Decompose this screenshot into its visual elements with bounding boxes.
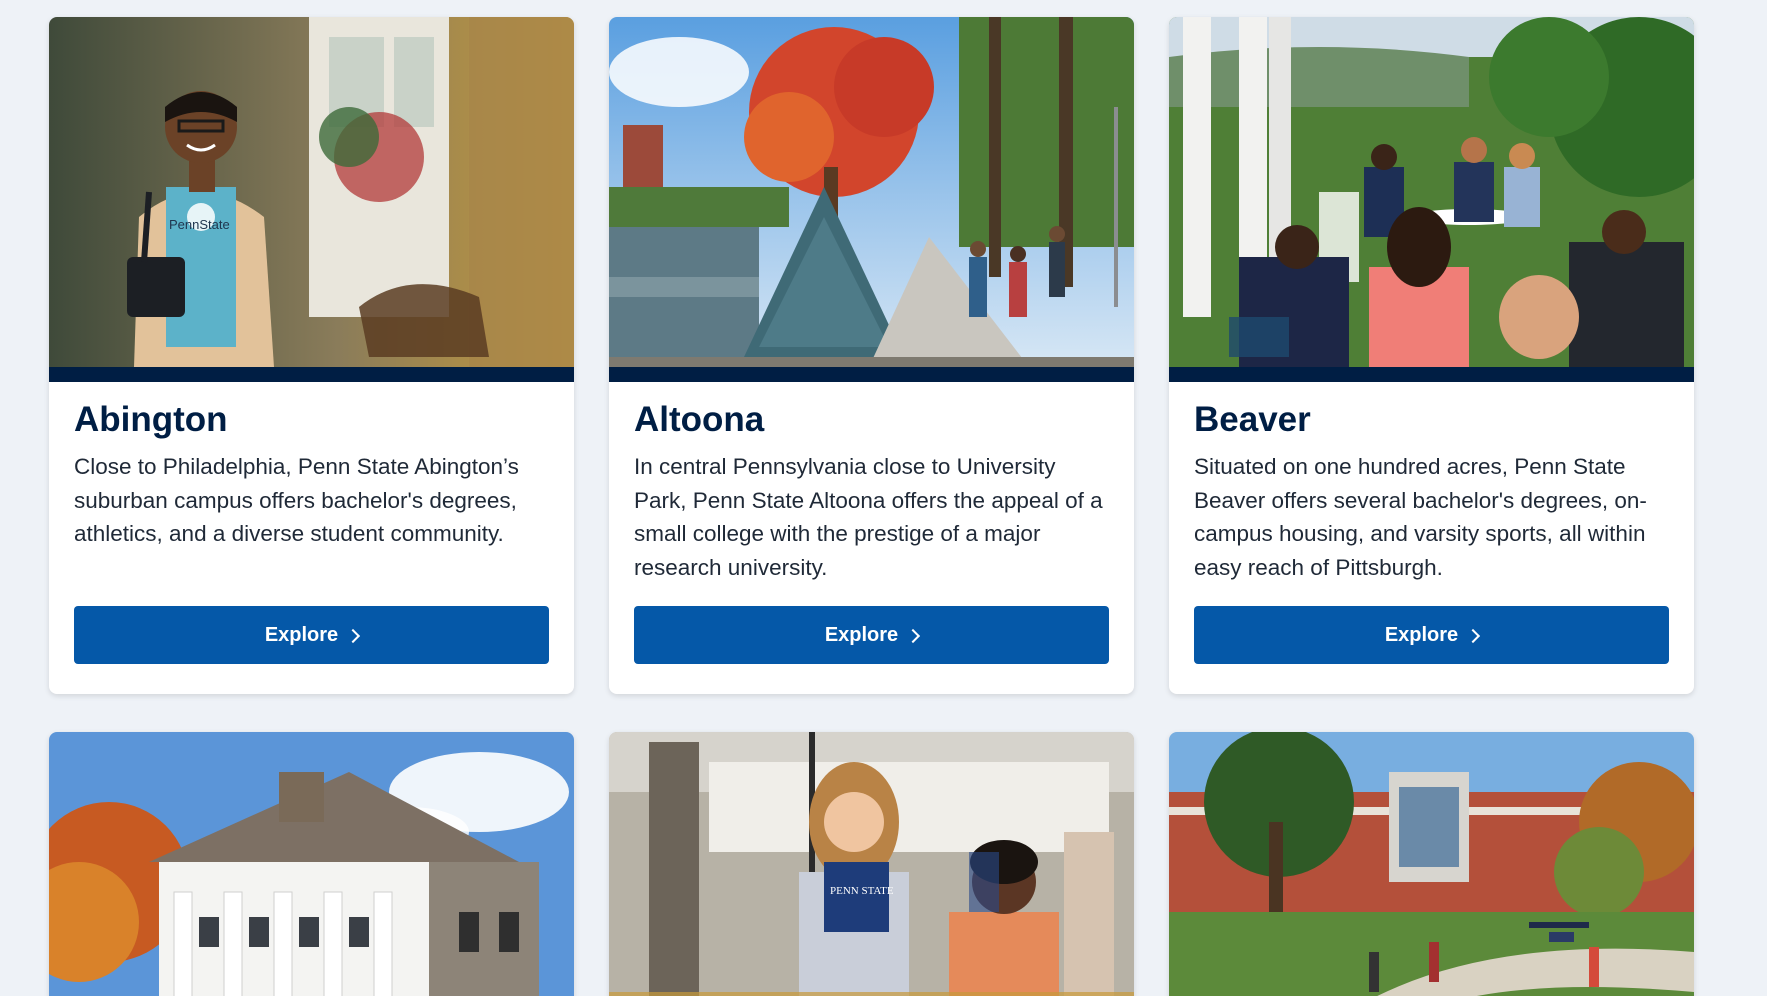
shirt-logo-text: PennState [169, 217, 230, 232]
campus-card-row2-3 [1169, 732, 1694, 996]
campus-card-altoona: Altoona In central Pennsylvania close to… [609, 17, 1134, 694]
explore-label: Explore [1384, 623, 1459, 646]
campus-title: Altoona [634, 400, 765, 439]
explore-button-abington[interactable]: Explore [74, 606, 549, 664]
campus-card-abington: PennState Abington Close to Philadelphia… [49, 17, 574, 694]
chevron-right-icon [1466, 628, 1481, 643]
card-accent-band [1169, 367, 1694, 382]
campus-photo-quad [1169, 732, 1694, 996]
card-body: Altoona In central Pennsylvania close to… [609, 382, 1134, 694]
campus-photo-lodge [49, 732, 574, 996]
explore-button-altoona[interactable]: Explore [634, 606, 1109, 664]
card-accent-band [609, 367, 1134, 382]
campus-description: In central Pennsylvania close to Univers… [634, 454, 1103, 580]
explore-label: Explore [264, 623, 339, 646]
campus-card-row2-2: PENN STATE [609, 732, 1134, 996]
card-body: Beaver Situated on one hundred acres, Pe… [1169, 382, 1694, 694]
card-body: Abington Close to Philadelphia, Penn Sta… [49, 382, 574, 694]
campus-photo-students: PENN STATE [609, 732, 1134, 996]
card-accent-band [49, 367, 574, 382]
campus-description: Close to Philadelphia, Penn State Abingt… [74, 454, 519, 546]
campus-photo-abington: PennState [49, 17, 574, 367]
campus-photo-beaver [1169, 17, 1694, 367]
book-cover-text: PENN STATE [830, 885, 894, 897]
campus-description: Situated on one hundred acres, Penn Stat… [1194, 454, 1647, 580]
chevron-right-icon [906, 628, 921, 643]
explore-button-beaver[interactable]: Explore [1194, 606, 1669, 664]
campus-title: Beaver [1194, 400, 1311, 439]
campus-card-row2-1 [49, 732, 574, 996]
campus-photo-altoona [609, 17, 1134, 367]
chevron-right-icon [346, 628, 361, 643]
campus-card-beaver: Beaver Situated on one hundred acres, Pe… [1169, 17, 1694, 694]
campus-title: Abington [74, 400, 228, 439]
campus-grid-page: PennState Abington Close to Philadelphia… [0, 0, 1767, 996]
explore-label: Explore [824, 623, 899, 646]
